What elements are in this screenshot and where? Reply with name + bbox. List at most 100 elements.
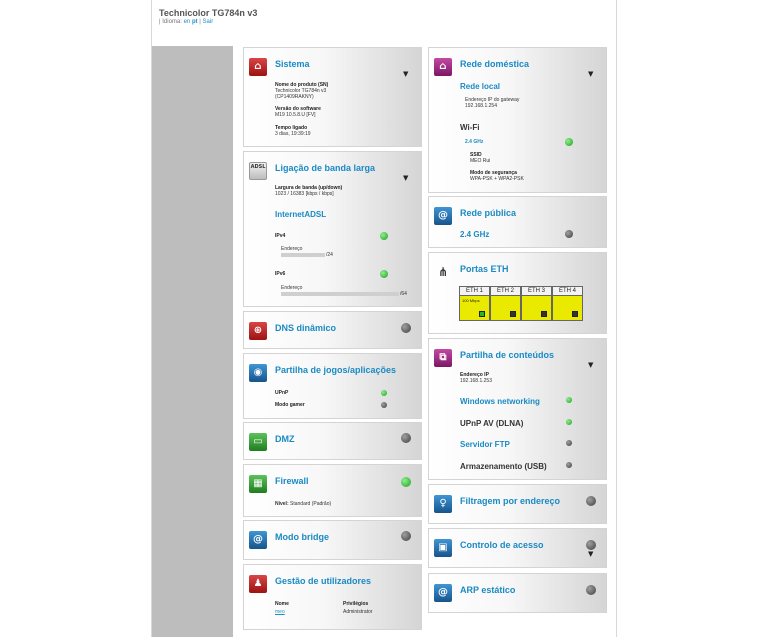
at-sign-icon: @ <box>434 584 452 602</box>
user-name-link[interactable]: meo <box>275 609 285 615</box>
storage-status-dot <box>566 462 572 468</box>
card-rede-domestica[interactable]: ⌂ Rede doméstica ▼ Rede local Endereço I… <box>428 47 607 193</box>
card-dns-dinamico[interactable]: ⊕ DNS dinâmico <box>243 311 422 349</box>
card-arp-estatico[interactable]: @ ARP estático <box>428 573 607 613</box>
card-sistema[interactable]: ⌂ Sistema ▼ Nome do produto (SN) Technic… <box>243 47 422 147</box>
user-priv: Administrator <box>343 609 373 615</box>
storage-label: Armazenamento (USB) <box>460 462 547 471</box>
router-icon: ⌂ <box>249 58 267 76</box>
status-dot <box>586 585 596 595</box>
card-controlo-acesso[interactable]: ▣ Controlo de acesso ▼ <box>428 528 607 568</box>
windows-networking-link[interactable]: Windows networking <box>460 397 540 406</box>
card-rede-publica[interactable]: @ Rede pública 2.4 GHz <box>428 196 607 248</box>
status-dot <box>401 433 411 443</box>
card-firewall[interactable]: ▦ Firewall Nível: Standard (Padrão) <box>243 464 422 517</box>
dmz-icon: ▭ <box>249 433 267 451</box>
ssid-value: MEO Rui <box>470 158 491 164</box>
lang-pt-link[interactable]: pt <box>192 19 198 25</box>
status-dot <box>401 531 411 541</box>
card-dmz[interactable]: ▭ DMZ <box>243 422 422 460</box>
share-icon: ⧉ <box>434 349 452 367</box>
card-title[interactable]: Sistema <box>275 59 310 69</box>
expand-arrow-icon[interactable]: ▼ <box>403 174 408 182</box>
status-dot <box>401 477 411 487</box>
card-filtragem[interactable]: ♀ Filtragem por endereço <box>428 484 607 524</box>
card-gestao-utilizadores[interactable]: ♟ Gestão de utilizadores Nome Privilégio… <box>243 564 422 630</box>
upnp-label: UPnP <box>275 390 289 396</box>
filter-icon: ♀ <box>434 495 452 513</box>
network-icon: ⌂ <box>434 58 452 76</box>
uptime-value: 3 dias, 19:39:19 <box>275 131 311 137</box>
ipv6-label: IPv6 <box>275 271 286 277</box>
idioma-label: | Idioma: <box>159 19 182 25</box>
expand-arrow-icon[interactable]: ▼ <box>588 550 593 558</box>
adsl-icon: ADSL <box>249 162 267 180</box>
firewall-icon: ▦ <box>249 475 267 493</box>
wifi-status-dot <box>565 138 573 146</box>
card-title[interactable]: ARP estático <box>460 585 515 595</box>
port-status-icon <box>572 311 578 317</box>
band-label[interactable]: 2.4 GHz <box>460 230 489 239</box>
card-title[interactable]: Partilha de conteúdos <box>460 350 554 360</box>
card-partilha-jogos[interactable]: ◉ Partilha de jogos/aplicações UPnP Modo… <box>243 353 422 419</box>
rede-local-link[interactable]: Rede local <box>460 82 500 91</box>
card-title[interactable]: Controlo de acesso <box>460 540 544 550</box>
status-dot <box>565 230 573 238</box>
left-sidebar <box>152 46 233 637</box>
card-title[interactable]: Rede pública <box>460 208 516 218</box>
access-control-icon: ▣ <box>434 539 452 557</box>
gamepad-icon: ◉ <box>249 364 267 382</box>
service-name[interactable]: InternetADSL <box>275 210 326 219</box>
card-title[interactable]: Firewall <box>275 476 309 486</box>
wifi-heading: Wi-Fi <box>460 123 480 132</box>
card-title[interactable]: Filtragem por endereço <box>460 496 560 506</box>
ipv4-address: /24 <box>281 252 333 258</box>
port-status-icon <box>541 311 547 317</box>
windows-status-dot <box>566 397 572 403</box>
expand-arrow-icon[interactable]: ▼ <box>403 70 408 78</box>
card-modo-bridge[interactable]: @ Modo bridge <box>243 520 422 560</box>
port-speed: 100 Mbps <box>462 298 480 303</box>
card-title[interactable]: DMZ <box>275 434 295 444</box>
bandwidth-value: 1023 / 16383 [kbps / kbps] <box>275 191 334 197</box>
eth-port-3: ETH 3 <box>521 286 552 321</box>
card-title[interactable]: Portas ETH <box>460 264 509 274</box>
upnp-av-status-dot <box>566 419 572 425</box>
port-status-icon <box>510 311 516 317</box>
card-partilha-conteudos[interactable]: ⧉ Partilha de conteúdos ▼ Endereço IP 19… <box>428 338 607 480</box>
dns-icon: ⊕ <box>249 322 267 340</box>
expand-arrow-icon[interactable]: ▼ <box>588 70 593 78</box>
ipv4-label: IPv4 <box>275 233 286 239</box>
software-value: M19 10.5.8.U [FV] <box>275 112 316 118</box>
page-title: Technicolor TG784n v3 <box>159 8 258 18</box>
status-dot <box>586 496 596 506</box>
wifi-band[interactable]: 2.4 GHz <box>465 139 483 145</box>
card-title[interactable]: Partilha de jogos/aplicações <box>275 365 396 375</box>
eth-port-1: ETH 1 100 Mbps <box>459 286 490 321</box>
upnp-av-label: UPnP AV (DLNA) <box>460 419 524 428</box>
card-title[interactable]: Ligação de banda larga <box>275 163 375 173</box>
port-status-icon <box>479 311 485 317</box>
card-title[interactable]: DNS dinâmico <box>275 323 336 333</box>
gateway-value: 192.168.1.254 <box>465 103 497 109</box>
card-title[interactable]: Modo bridge <box>275 532 329 542</box>
logout-link[interactable]: Sair <box>203 19 214 25</box>
lang-en-link[interactable]: en <box>184 19 191 25</box>
product-serial: (CP1409RAKNY) <box>275 94 314 100</box>
card-banda-larga[interactable]: ADSL Ligação de banda larga ▼ Largura de… <box>243 151 422 307</box>
card-title[interactable]: Rede doméstica <box>460 59 529 69</box>
expand-arrow-icon[interactable]: ▼ <box>588 361 593 369</box>
eth-port-2: ETH 2 <box>490 286 521 321</box>
user-icon: ♟ <box>249 575 267 593</box>
ipv4-status-dot <box>380 232 388 240</box>
ipv6-address: /64 <box>281 291 407 297</box>
col-priv-header: Privilégios <box>343 601 369 607</box>
language-bar: | Idioma: en pt | Sair <box>159 19 213 25</box>
separator: | <box>199 19 201 25</box>
at-sign-icon: @ <box>249 531 267 549</box>
col-name-header: Nome <box>275 601 289 607</box>
ftp-link[interactable]: Servidor FTP <box>460 440 510 449</box>
status-dot <box>401 323 411 333</box>
at-sign-icon: @ <box>434 207 452 225</box>
card-title[interactable]: Gestão de utilizadores <box>275 576 371 586</box>
